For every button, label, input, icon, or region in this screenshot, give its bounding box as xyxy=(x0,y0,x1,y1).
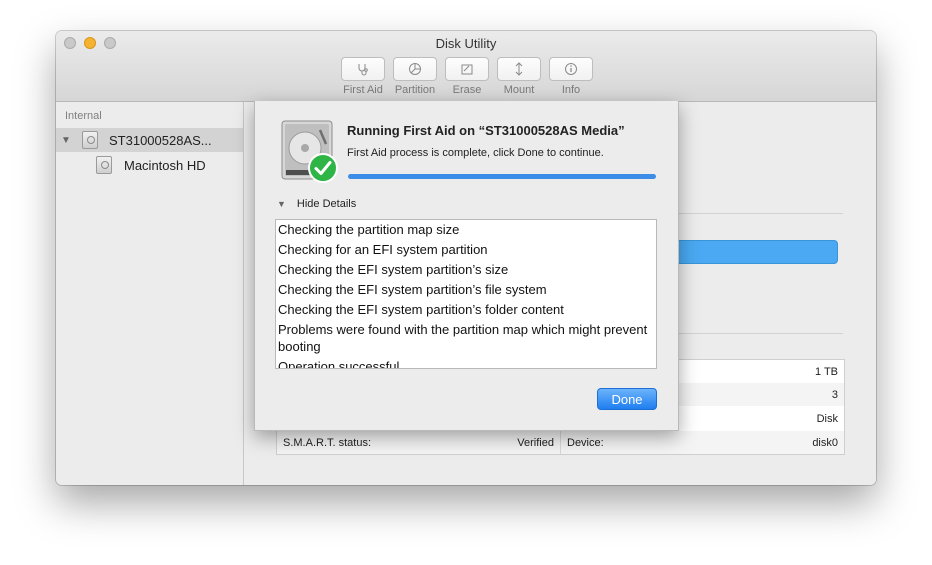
progress-bar xyxy=(348,174,656,179)
cell-value: 1 TB xyxy=(814,366,838,378)
disclosure-triangle-icon[interactable]: ▼ xyxy=(277,199,286,209)
done-button[interactable]: Done xyxy=(597,388,657,410)
volume-icon xyxy=(96,156,112,174)
log-line: Problems were found with the partition m… xyxy=(278,322,648,354)
sidebar-item-label: Macintosh HD xyxy=(124,157,206,173)
hide-details-label[interactable]: Hide Details xyxy=(297,198,356,210)
sheet-title: Running First Aid on “ST31000528AS Media… xyxy=(347,123,625,138)
toolbar-partition[interactable]: Partition xyxy=(393,57,437,96)
checkmark-badge-icon xyxy=(308,153,338,183)
erase-button[interactable] xyxy=(445,57,489,81)
toolbar-mount[interactable]: Mount xyxy=(497,57,541,96)
device-label: Device: xyxy=(567,437,604,449)
sheet-message: First Aid process is complete, click Don… xyxy=(347,147,604,159)
smart-status-value: Verified xyxy=(517,437,554,449)
hard-disk-icon xyxy=(82,131,98,149)
cell-value: Disk xyxy=(816,413,838,425)
toolbar-erase[interactable]: Erase xyxy=(445,57,489,96)
log-line: Checking the partition map size xyxy=(278,222,460,237)
toolbar-first-aid[interactable]: First Aid xyxy=(341,57,385,96)
window-title: Disk Utility xyxy=(435,36,497,51)
sidebar-item-volume[interactable]: Macintosh HD xyxy=(56,153,243,177)
usage-bar xyxy=(664,240,838,264)
details-log[interactable]: Checking the partition map size Checking… xyxy=(275,219,657,369)
erase-icon xyxy=(461,64,473,75)
first-aid-sheet: Running First Aid on “ST31000528AS Media… xyxy=(254,101,679,431)
info-button[interactable] xyxy=(549,57,593,81)
log-line: Checking the EFI system partition’s fold… xyxy=(278,302,564,317)
sidebar-item-label: ST31000528AS... xyxy=(109,132,212,148)
title-bar: Disk Utility First Aid Partition Erase M… xyxy=(56,31,876,102)
sidebar-item-disk[interactable]: ▼ ST31000528AS... xyxy=(56,128,243,152)
log-line: Checking for an EFI system partition xyxy=(278,242,488,257)
erase-label: Erase xyxy=(452,84,482,96)
mount-icon xyxy=(515,62,523,76)
info-label: Info xyxy=(561,84,581,96)
first-aid-label: First Aid xyxy=(343,84,383,96)
first-aid-button[interactable] xyxy=(341,57,385,81)
log-line: Checking the EFI system partition’s size xyxy=(278,262,509,277)
disclosure-triangle-icon[interactable]: ▼ xyxy=(61,135,71,146)
info-icon xyxy=(565,63,577,75)
log-line: Checking the EFI system partition’s file… xyxy=(278,282,547,297)
partition-button[interactable] xyxy=(393,57,437,81)
hide-details-toggle[interactable]: ▼ Hide Details xyxy=(277,198,356,210)
device-value: disk0 xyxy=(812,437,838,449)
log-line: Operation successful. xyxy=(278,359,404,369)
sidebar-section-internal: Internal xyxy=(65,110,102,122)
mount-label: Mount xyxy=(503,84,535,96)
sidebar: Internal ▼ ST31000528AS... Macintosh HD xyxy=(56,102,244,485)
smart-status-label: S.M.A.R.T. status: xyxy=(283,437,372,449)
pie-chart-icon xyxy=(409,63,421,75)
stethoscope-icon xyxy=(358,64,368,76)
mount-button[interactable] xyxy=(497,57,541,81)
partition-label: Partition xyxy=(394,84,436,96)
cell-value: 3 xyxy=(831,389,838,401)
toolbar-info[interactable]: Info xyxy=(549,57,593,96)
